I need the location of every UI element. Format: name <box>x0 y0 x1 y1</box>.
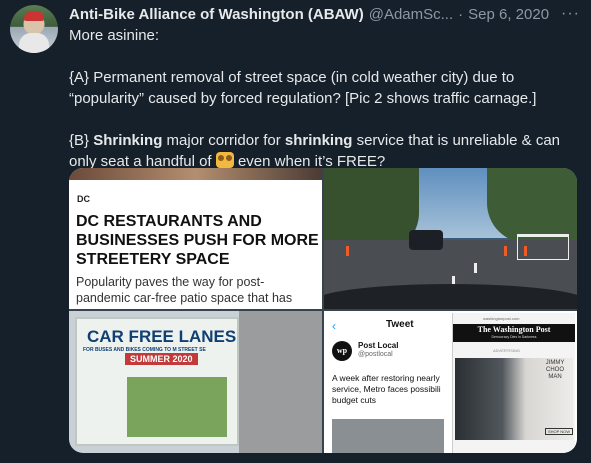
tweet-line: {A} Permanent removal of street space (i… <box>69 69 537 107</box>
media-grid: DC DC RESTAURANTS AND BUSINESSES PUSH FO… <box>69 168 577 453</box>
bold-word: shrinking <box>284 132 353 149</box>
ad-text: JIMMY CHOO MAN <box>545 360 565 380</box>
car-dashboard <box>324 284 577 309</box>
embedded-tweet-text: A week after restoring nearly service, M… <box>332 373 441 405</box>
fence <box>517 234 569 260</box>
more-options-icon[interactable]: ··· <box>561 5 580 23</box>
sign-board: CAR FREE LANES FOR BUSES AND BIKES COMIN… <box>75 317 239 446</box>
article-headline: DC RESTAURANTS AND BUSINESSES PUSH FOR M… <box>76 213 319 268</box>
helmet-shape <box>24 11 44 21</box>
article-dek: Popularity paves the way for post-pandem… <box>76 275 293 305</box>
sign-map <box>127 377 227 437</box>
bold-word: Shrinking <box>93 132 163 149</box>
people-emoji-icon <box>215 152 234 168</box>
author-name[interactable]: Anti-Bike Alliance of Washington (ABAW) <box>69 6 364 23</box>
ad-label: ADVERTISING <box>493 348 521 353</box>
car <box>409 230 443 250</box>
embedded-photo <box>332 419 444 453</box>
author-handle[interactable]: @AdamSc... <box>369 6 453 23</box>
media-image-3[interactable]: CAR FREE LANES FOR BUSES AND BIKES COMIN… <box>69 311 322 453</box>
wp-tagline: Democracy Dies in Darkness <box>491 335 537 339</box>
tweet-date[interactable]: Sep 6, 2020 <box>468 6 549 23</box>
tweet-header: Anti-Bike Alliance of Washington (ABAW) … <box>69 5 549 23</box>
wp-logo-icon: wp <box>332 341 352 361</box>
tweet-line: {B} Shrinking major corridor for shrinki… <box>69 132 561 170</box>
account-handle: @postlocal <box>358 351 393 358</box>
shirt-shape <box>19 33 49 53</box>
media-image-2[interactable] <box>324 168 577 309</box>
media-image-1[interactable]: DC DC RESTAURANTS AND BUSINESSES PUSH FO… <box>69 168 322 309</box>
tweet-body: More asinine: {A} Permanent removal of s… <box>69 25 584 172</box>
sign-date: SUMMER 2020 <box>125 353 198 365</box>
tweet-line: More asinine: <box>69 27 160 44</box>
wp-url: washingtonpost.com <box>483 316 520 321</box>
back-icon: ‹ <box>332 319 336 333</box>
wp-masthead: The Washington Post <box>453 324 575 342</box>
article-section: DC <box>77 194 90 204</box>
avatar[interactable] <box>10 5 58 53</box>
ad-shop-button: SHOP NOW <box>545 428 574 435</box>
account-name: Post Local <box>358 341 399 350</box>
wp-page: washingtonpost.com The Washington Post D… <box>452 313 575 453</box>
tweet-label: Tweet <box>386 319 414 330</box>
sign-title: CAR FREE LANES <box>87 327 237 346</box>
media-image-4[interactable]: ‹ Tweet wp Post Local @postlocal A week … <box>324 311 577 453</box>
photo-strip <box>69 168 322 180</box>
separator-dot: · <box>458 5 464 23</box>
trees-right <box>487 168 577 243</box>
